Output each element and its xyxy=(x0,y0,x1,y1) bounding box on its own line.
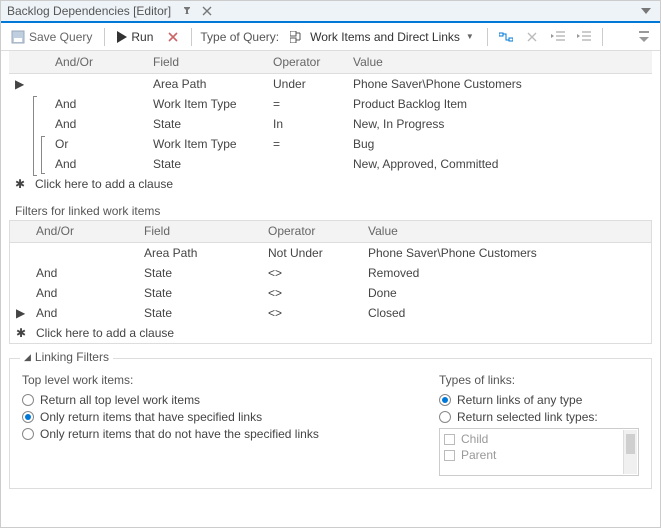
add-clause-row[interactable]: ✱ Click here to add a clause xyxy=(9,174,652,194)
radio-icon xyxy=(22,428,34,440)
save-icon xyxy=(11,30,25,44)
radio-only-without-links[interactable]: Only return items that do not have the s… xyxy=(22,427,399,441)
scrollbar-thumb[interactable] xyxy=(626,434,635,454)
pin-icon[interactable] xyxy=(179,3,195,19)
link-type-item[interactable]: Child xyxy=(444,431,634,447)
link-type-item[interactable]: Parent xyxy=(444,447,634,463)
clause-row[interactable]: And State <> Removed xyxy=(10,263,651,283)
clause-row[interactable]: And State In New, In Progress xyxy=(9,114,652,134)
query-type-icon xyxy=(290,31,304,43)
link-types-column: Types of links: Return links of any type… xyxy=(439,373,639,476)
separator xyxy=(487,28,488,46)
run-button[interactable]: Run xyxy=(113,28,157,46)
linking-filters-section: ◢ Linking Filters Top level work items: … xyxy=(9,358,652,489)
header-field: Field xyxy=(147,51,267,73)
linked-filters-label: Filters for linked work items xyxy=(15,204,652,218)
separator xyxy=(602,28,603,46)
header-value: Value xyxy=(347,51,652,73)
radio-links-any[interactable]: Return links of any type xyxy=(439,393,639,407)
new-row-icon: ✱ xyxy=(9,174,29,194)
indent-button[interactable] xyxy=(574,27,594,47)
linking-filters-header[interactable]: ◢ Linking Filters xyxy=(20,350,113,364)
header-andor: And/Or xyxy=(30,221,138,243)
play-icon xyxy=(117,31,127,43)
radio-icon xyxy=(439,411,451,423)
radio-icon xyxy=(22,394,34,406)
add-clause-row[interactable]: ✱ Click here to add a clause xyxy=(10,323,651,343)
radio-icon xyxy=(22,411,34,423)
clause-row[interactable]: And State <> Done xyxy=(10,283,651,303)
query-type-dropdown[interactable]: Work Items and Direct Links ▼ xyxy=(285,28,479,46)
clause-row[interactable]: ▶ Area Path Under Phone Saver\Phone Cust… xyxy=(9,73,652,94)
link-types-label: Types of links: xyxy=(439,373,639,387)
scrollbar[interactable] xyxy=(623,430,637,474)
link-types-listbox[interactable]: Child Parent xyxy=(439,428,639,476)
tree-expand-button[interactable] xyxy=(496,27,516,47)
row-indicator-icon: ▶ xyxy=(10,303,30,323)
radio-return-all[interactable]: Return all top level work items xyxy=(22,393,399,407)
save-query-button[interactable]: Save Query xyxy=(7,28,96,46)
separator xyxy=(104,28,105,46)
linked-clauses-table: And/Or Field Operator Value Area Path No… xyxy=(10,221,651,344)
outdent-button[interactable] xyxy=(548,27,568,47)
header-field: Field xyxy=(138,221,262,243)
toolbar: Save Query Run Type of Query: Work Items… xyxy=(1,23,660,51)
collapse-icon: ◢ xyxy=(24,352,31,363)
clear-button[interactable] xyxy=(522,27,542,47)
panel-menu-icon[interactable] xyxy=(638,3,654,19)
title-bar: Backlog Dependencies [Editor] xyxy=(1,1,660,23)
header-operator: Operator xyxy=(262,221,362,243)
chevron-down-icon: ▼ xyxy=(466,32,474,41)
main-clauses-table: And/Or Field Operator Value ▶ Area Path … xyxy=(9,51,652,194)
close-icon[interactable] xyxy=(199,3,215,19)
clause-row[interactable]: ▶ And State <> Closed xyxy=(10,303,651,323)
toolbar-overflow-icon[interactable] xyxy=(634,27,654,47)
query-type-label: Type of Query: xyxy=(200,30,279,44)
separator xyxy=(191,28,192,46)
radio-icon xyxy=(439,394,451,406)
header-value: Value xyxy=(362,221,651,243)
clause-row[interactable]: And State New, Approved, Committed xyxy=(9,154,652,174)
clause-row[interactable]: Area Path Not Under Phone Saver\Phone Cu… xyxy=(10,243,651,264)
clause-row[interactable]: Or Work Item Type = Bug xyxy=(9,134,652,154)
checkbox-icon xyxy=(444,434,455,445)
header-operator: Operator xyxy=(267,51,347,73)
window-title: Backlog Dependencies [Editor] xyxy=(7,4,171,18)
delete-button[interactable] xyxy=(163,27,183,47)
header-row: And/Or Field Operator Value xyxy=(10,221,651,243)
new-row-icon: ✱ xyxy=(10,323,30,343)
checkbox-icon xyxy=(444,450,455,461)
radio-only-with-links[interactable]: Only return items that have specified li… xyxy=(22,410,399,424)
header-row: And/Or Field Operator Value xyxy=(9,51,652,73)
radio-links-selected[interactable]: Return selected link types: xyxy=(439,410,639,424)
top-level-label: Top level work items: xyxy=(22,373,399,387)
top-level-column: Top level work items: Return all top lev… xyxy=(22,373,399,476)
clause-row[interactable]: And Work Item Type = Product Backlog Ite… xyxy=(9,94,652,114)
header-andor: And/Or xyxy=(49,51,147,73)
row-indicator-icon: ▶ xyxy=(9,73,29,94)
